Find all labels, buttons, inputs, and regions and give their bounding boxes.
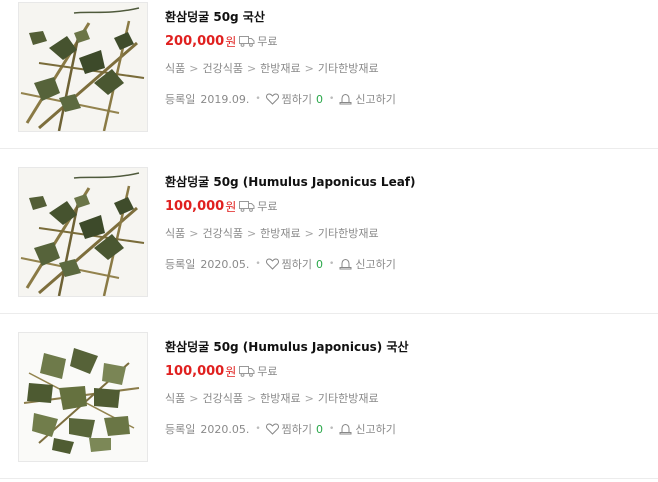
- product-thumbnail[interactable]: [18, 332, 148, 462]
- product-price: 100,000: [165, 363, 225, 379]
- chevron-right-icon: >: [304, 391, 314, 405]
- product-item: 환삼덩굴 50g (Humulus Japonicus Leaf) 100,00…: [0, 165, 658, 330]
- separator-dot: •: [255, 424, 261, 434]
- product-title[interactable]: 환삼덩굴 50g (Humulus Japonicus Leaf): [165, 173, 416, 190]
- product-item: 환삼덩굴 50g (Humulus Japonicus) 국산 100,000 …: [0, 330, 658, 482]
- report-label: 신고하기: [355, 423, 396, 436]
- price-row: 100,000 원 무료: [165, 362, 278, 380]
- divider: [0, 313, 658, 314]
- zzim-count: 0: [316, 257, 324, 271]
- separator-dot: •: [255, 94, 261, 104]
- chevron-right-icon: >: [189, 61, 199, 75]
- product-price: 200,000: [165, 33, 225, 49]
- category-link[interactable]: 한방재료: [260, 390, 300, 406]
- reg-label: 등록일: [165, 423, 196, 436]
- product-thumbnail[interactable]: [18, 167, 148, 297]
- shipping-label: 무료: [257, 365, 278, 378]
- reg-date: 2020.05.: [200, 422, 250, 436]
- report-button[interactable]: 신고하기: [339, 421, 396, 437]
- chevron-right-icon: >: [189, 391, 199, 405]
- category-breadcrumb: 식품 > 건강식품 > 한방재료 > 기타한방재료: [165, 60, 379, 76]
- category-link[interactable]: 한방재료: [260, 60, 300, 76]
- report-button[interactable]: 신고하기: [339, 91, 396, 107]
- zzim-label: 찜하기: [281, 93, 313, 106]
- separator-dot: •: [329, 424, 335, 434]
- zzim-button[interactable]: 찜하기 0: [265, 256, 324, 272]
- category-link[interactable]: 건강식품: [202, 60, 242, 76]
- product-item: 환삼덩굴 50g 국산 200,000 원 무료 식품 > 건강식품 > 한방재…: [0, 0, 658, 165]
- zzim-label: 찜하기: [281, 423, 313, 436]
- product-title[interactable]: 환삼덩굴 50g 국산: [165, 8, 265, 25]
- price-row: 100,000 원 무료: [165, 197, 278, 215]
- category-link[interactable]: 식품: [165, 390, 185, 406]
- divider: [0, 148, 658, 149]
- category-breadcrumb: 식품 > 건강식품 > 한방재료 > 기타한방재료: [165, 225, 379, 241]
- zzim-count: 0: [316, 422, 324, 436]
- shipping-label: 무료: [257, 200, 278, 213]
- zzim-button[interactable]: 찜하기 0: [265, 91, 324, 107]
- chevron-right-icon: >: [246, 61, 257, 75]
- category-link[interactable]: 한방재료: [260, 225, 300, 241]
- heart-icon: [265, 93, 279, 105]
- zzim-label: 찜하기: [281, 258, 313, 271]
- category-link[interactable]: 식품: [165, 60, 185, 76]
- product-price: 100,000: [165, 198, 225, 214]
- separator-dot: •: [329, 259, 335, 269]
- bell-icon: [339, 258, 352, 270]
- category-link[interactable]: 기타한방재료: [318, 225, 379, 241]
- category-link[interactable]: 기타한방재료: [318, 60, 379, 76]
- chevron-right-icon: >: [189, 226, 199, 240]
- chevron-right-icon: >: [246, 391, 257, 405]
- bell-icon: [339, 93, 352, 105]
- category-link[interactable]: 기타한방재료: [318, 390, 379, 406]
- reg-date: 2019.09.: [200, 92, 250, 106]
- product-thumbnail[interactable]: [18, 2, 148, 132]
- chevron-right-icon: >: [304, 61, 314, 75]
- reg-label: 등록일: [165, 258, 196, 271]
- currency-label: 원: [225, 34, 237, 49]
- heart-icon: [265, 423, 279, 435]
- reg-date: 2020.05.: [200, 257, 250, 271]
- product-meta: 등록일 2019.09. • 찜하기 0 • 신고하기: [165, 90, 396, 108]
- currency-label: 원: [225, 364, 237, 379]
- divider: [0, 478, 658, 479]
- report-label: 신고하기: [355, 93, 396, 106]
- category-link[interactable]: 건강식품: [202, 390, 242, 406]
- category-breadcrumb: 식품 > 건강식품 > 한방재료 > 기타한방재료: [165, 390, 379, 406]
- product-title[interactable]: 환삼덩굴 50g (Humulus Japonicus) 국산: [165, 338, 409, 355]
- shipping-label: 무료: [257, 35, 278, 48]
- truck-icon: [239, 35, 255, 47]
- truck-icon: [239, 365, 255, 377]
- reg-label: 등록일: [165, 93, 196, 106]
- report-label: 신고하기: [355, 258, 396, 271]
- report-button[interactable]: 신고하기: [339, 256, 396, 272]
- product-meta: 등록일 2020.05. • 찜하기 0 • 신고하기: [165, 255, 396, 273]
- heart-icon: [265, 258, 279, 270]
- zzim-button[interactable]: 찜하기 0: [265, 421, 324, 437]
- product-meta: 등록일 2020.05. • 찜하기 0 • 신고하기: [165, 420, 396, 438]
- product-list: 환삼덩굴 50g 국산 200,000 원 무료 식품 > 건강식품 > 한방재…: [0, 0, 658, 482]
- zzim-count: 0: [316, 92, 324, 106]
- currency-label: 원: [225, 199, 237, 214]
- price-row: 200,000 원 무료: [165, 32, 278, 50]
- separator-dot: •: [329, 94, 335, 104]
- bell-icon: [339, 423, 352, 435]
- chevron-right-icon: >: [246, 226, 257, 240]
- truck-icon: [239, 200, 255, 212]
- category-link[interactable]: 식품: [165, 225, 185, 241]
- separator-dot: •: [255, 259, 261, 269]
- category-link[interactable]: 건강식품: [202, 225, 242, 241]
- chevron-right-icon: >: [304, 226, 314, 240]
